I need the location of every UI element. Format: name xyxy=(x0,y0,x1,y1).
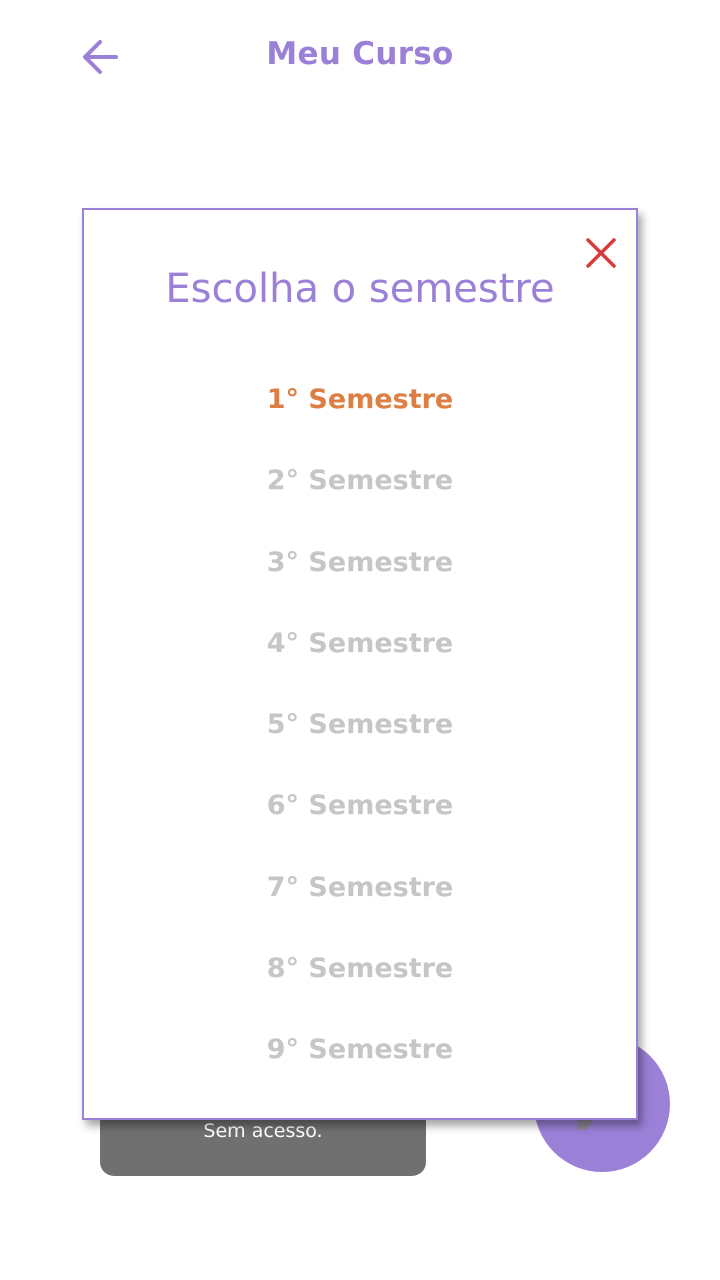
semester-option-1[interactable]: 1° Semestre xyxy=(84,374,636,455)
toast-text: Sem acesso. xyxy=(203,1120,323,1142)
dialog-title: Escolha o semestre xyxy=(165,266,555,312)
semester-picker-dialog: Escolha o semestre 1° Semestre 2° Semest… xyxy=(82,208,638,1120)
app-screen: Meu Curso Sem acesso. Escolha o semestre… xyxy=(0,0,720,1280)
semester-option-9[interactable]: 9° Semestre xyxy=(84,1024,636,1105)
semester-list: 1° Semestre 2° Semestre 3° Semestre 4° S… xyxy=(84,374,636,1106)
semester-option-8[interactable]: 8° Semestre xyxy=(84,943,636,1024)
close-icon xyxy=(586,238,616,268)
semester-option-3[interactable]: 3° Semestre xyxy=(84,537,636,618)
semester-option-4[interactable]: 4° Semestre xyxy=(84,618,636,699)
semester-option-7[interactable]: 7° Semestre xyxy=(84,862,636,943)
semester-option-5[interactable]: 5° Semestre xyxy=(84,699,636,780)
page-title: Meu Curso xyxy=(266,36,454,72)
semester-option-2[interactable]: 2° Semestre xyxy=(84,455,636,536)
header-bar: Meu Curso xyxy=(0,0,720,112)
semester-option-6[interactable]: 6° Semestre xyxy=(84,780,636,861)
close-button[interactable] xyxy=(584,236,618,270)
